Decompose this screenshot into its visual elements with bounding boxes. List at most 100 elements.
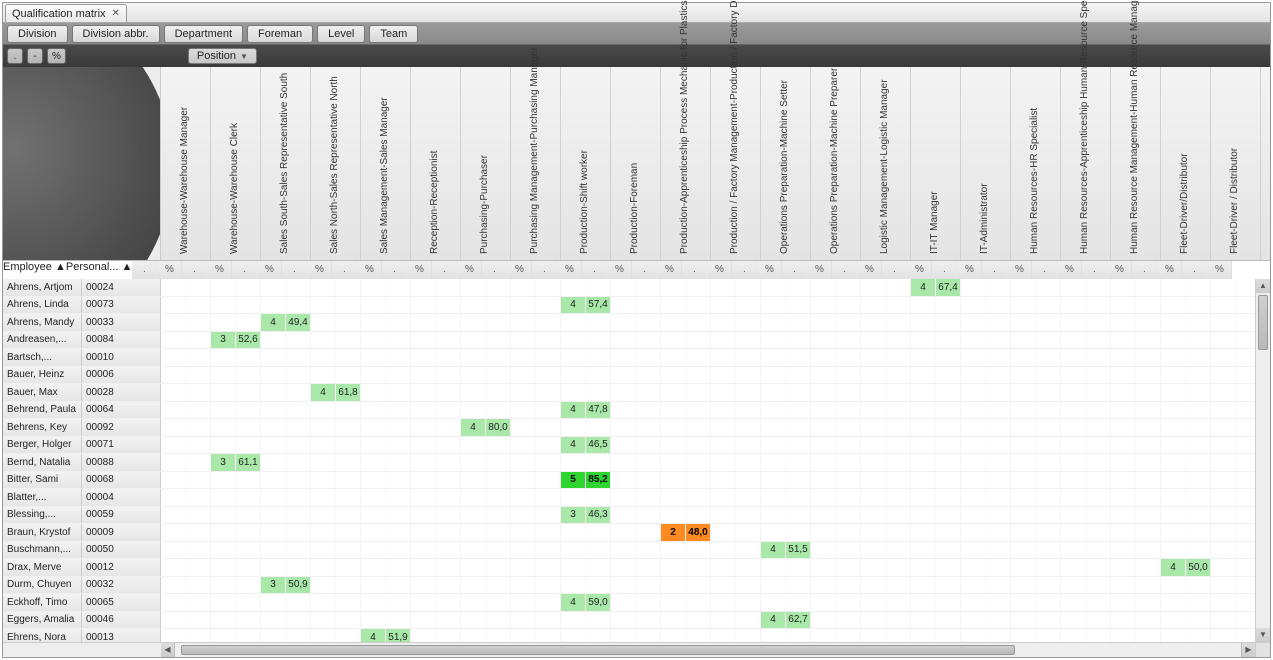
cell-dot [211,402,236,419]
header-employee[interactable]: Employee ▲ [3,261,66,279]
employee-name[interactable]: Bauer, Max [3,384,82,401]
column-header[interactable]: Warehouse-Warehouse Clerk [211,67,261,260]
employee-id[interactable]: 00046 [82,612,161,629]
filter-team[interactable]: Team [369,25,418,43]
vertical-scrollbar[interactable]: ▲ ▼ [1255,279,1270,642]
employee-name[interactable]: Ehrens, Nora [3,629,82,642]
btn-dot[interactable]: . [7,48,23,64]
filter-foreman[interactable]: Foreman [247,25,313,43]
filter-department[interactable]: Department [164,25,243,43]
column-header[interactable]: IT-Administrator [961,67,1011,260]
employee-name[interactable]: Ahrens, Artjom [3,279,82,296]
employee-name[interactable]: Berger, Holger [3,437,82,454]
employee-id[interactable]: 00028 [82,384,161,401]
employee-id[interactable]: 00071 [82,437,161,454]
employee-id[interactable]: 00059 [82,507,161,524]
employee-id[interactable]: 00013 [82,629,161,642]
employee-name[interactable]: Bernd, Natalia [3,454,82,471]
employee-name[interactable]: Bartsch,... [3,349,82,366]
employee-id[interactable]: 00065 [82,594,161,611]
column-header[interactable]: Human Resource Management-Human Resource… [1111,67,1161,260]
filter-division[interactable]: Division [7,25,68,43]
column-header[interactable]: Fleet-Driver / Distributor [1211,67,1261,260]
cell-dot [611,332,636,349]
employee-id[interactable]: 00084 [82,332,161,349]
employee-id[interactable]: 00050 [82,542,161,559]
cell-pct [786,332,810,349]
column-header[interactable]: Purchasing-Purchaser [461,67,511,260]
column-header[interactable]: Human Resources-Apprenticeship Human Res… [1061,67,1111,260]
employee-id[interactable]: 00009 [82,524,161,541]
employee-id[interactable]: 00068 [82,472,161,489]
subheader-pair: .% [832,261,882,279]
column-header[interactable]: Sales North-Sales Representative North [311,67,361,260]
employee-id[interactable]: 00032 [82,577,161,594]
filter-level[interactable]: Level [317,25,365,43]
column-header[interactable]: Operations Preparation-Machine Setter [761,67,811,260]
column-header[interactable]: Production-Foreman [611,67,661,260]
employee-name[interactable]: Blatter,... [3,489,82,506]
column-header[interactable]: Production / Factory Management-Producti… [711,67,761,260]
employee-id[interactable]: 00088 [82,454,161,471]
column-header[interactable]: Operations Preparation-Machine Preparer [811,67,861,260]
horizontal-scrollbar[interactable]: ◀ ▶ [161,642,1255,657]
employee-name[interactable]: Behrens, Key [3,419,82,436]
employee-id[interactable]: 00006 [82,367,161,384]
column-header[interactable]: Logistic Management-Logistic Manager [861,67,911,260]
hscroll-thumb[interactable] [181,645,1015,655]
employee-name[interactable]: Bauer, Heinz [3,367,82,384]
cell-dot [211,349,236,366]
column-header[interactable]: Production-Apprenticeship Process Mechan… [661,67,711,260]
employee-name[interactable]: Eggers, Amalia [3,612,82,629]
employee-id[interactable]: 00012 [82,559,161,576]
close-icon[interactable]: ✕ [112,8,120,19]
cell-pct [586,332,610,349]
employee-name[interactable]: Buschmann,... [3,542,82,559]
cell-dot [1061,384,1086,401]
cell-pct [736,437,760,454]
employee-id[interactable]: 00024 [82,279,161,296]
scroll-left-icon[interactable]: ◀ [161,643,175,657]
column-header[interactable]: Sales Management-Sales Manager [361,67,411,260]
employee-id[interactable]: 00064 [82,402,161,419]
scroll-down-icon[interactable]: ▼ [1256,628,1270,642]
tab-qualification-matrix[interactable]: Qualification matrix ✕ [5,4,127,22]
btn-dash[interactable]: - [27,48,43,64]
employee-id[interactable]: 00092 [82,419,161,436]
position-dropdown[interactable]: Position ▼ [188,48,257,64]
cell-pair [1161,297,1211,314]
column-header[interactable]: Purchasing Management-Purchasing Manager [511,67,561,260]
cell-pair [1061,489,1111,506]
employee-name[interactable]: Andreasen,... [3,332,82,349]
btn-percent[interactable]: % [47,48,66,64]
column-header[interactable]: Fleet-Driver/Distributor [1161,67,1211,260]
employee-id[interactable]: 00033 [82,314,161,331]
employee-name[interactable]: Bitter, Sami [3,472,82,489]
cell-pair [1211,349,1255,366]
employee-name[interactable]: Behrend, Paula [3,402,82,419]
scroll-up-icon[interactable]: ▲ [1256,279,1270,293]
employee-name[interactable]: Ahrens, Linda [3,297,82,314]
employee-name[interactable]: Braun, Krystof [3,524,82,541]
vscroll-thumb[interactable] [1258,295,1268,350]
employee-id[interactable]: 00010 [82,349,161,366]
employee-name[interactable]: Eckhoff, Timo [3,594,82,611]
employee-id[interactable]: 00004 [82,489,161,506]
column-header[interactable]: Warehouse-Warehouse Manager [161,67,211,260]
employee-name[interactable]: Ahrens, Mandy [3,314,82,331]
column-header[interactable]: Production-Shift worker [561,67,611,260]
employee-id[interactable]: 00073 [82,297,161,314]
scroll-right-icon[interactable]: ▶ [1241,643,1255,657]
column-header[interactable]: Human Resources-HR Specialist [1011,67,1061,260]
column-header[interactable]: Sales South-Sales Representative South [261,67,311,260]
employee-name[interactable]: Durm, Chuyen [3,577,82,594]
column-header[interactable]: Reception-Receptionist [411,67,461,260]
employee-name[interactable]: Drax, Merve [3,559,82,576]
header-personal-id[interactable]: Personal... ▲ [66,261,133,279]
column-header[interactable]: IT-IT Manager [911,67,961,260]
cell-pct [636,367,660,384]
cell-pair [611,612,661,629]
employee-name[interactable]: Blessing,... [3,507,82,524]
filter-division-abbr[interactable]: Division abbr. [72,25,160,43]
cell-dot [1211,577,1236,594]
